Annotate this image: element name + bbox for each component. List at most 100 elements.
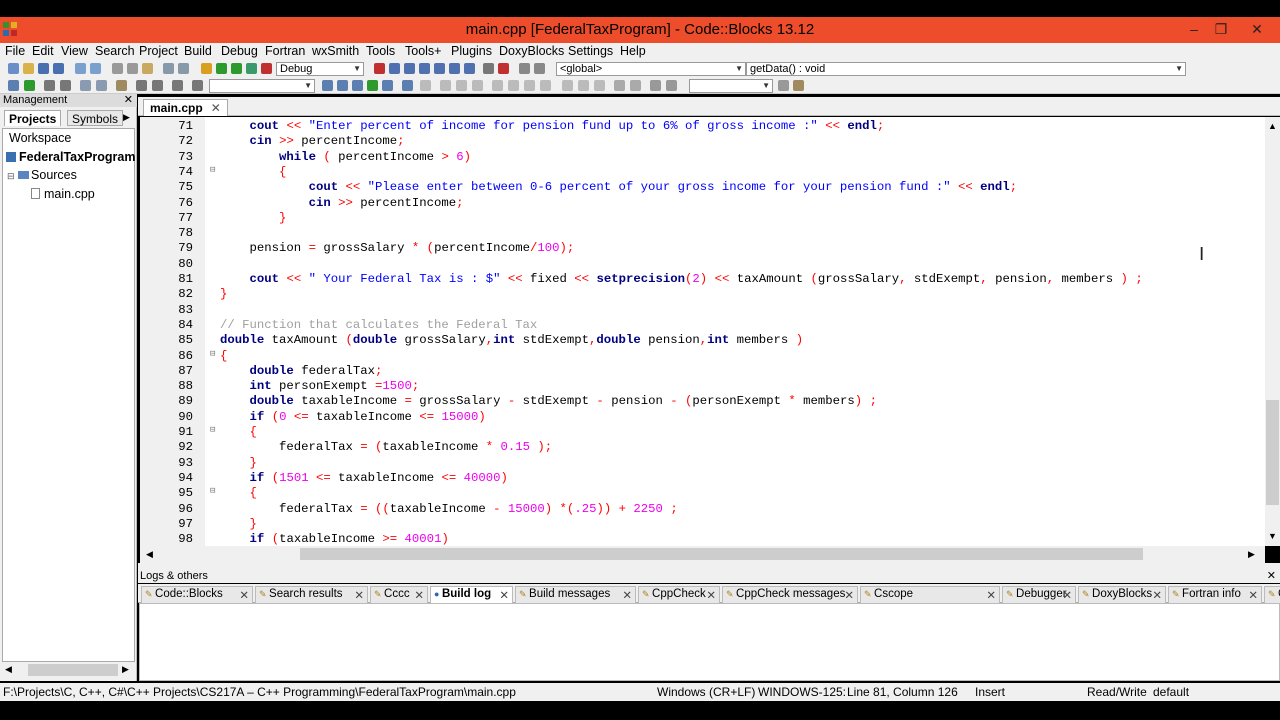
- goto-icon[interactable]: [24, 80, 35, 91]
- tree-project[interactable]: FederalTaxProgram: [6, 150, 135, 164]
- code-line[interactable]: 81 cout << " Your Federal Tax is : $" <<…: [140, 272, 1265, 287]
- function-select[interactable]: getData() : void ▼: [746, 62, 1186, 76]
- vertical-scroll-thumb[interactable]: [1266, 400, 1279, 505]
- replace-icon[interactable]: [178, 63, 189, 74]
- comment-icon[interactable]: [44, 80, 55, 91]
- jump-forward-icon[interactable]: [337, 80, 348, 91]
- debug-start-icon[interactable]: [374, 63, 385, 74]
- log-tab-cppcheck-messages[interactable]: ✎ CppCheck messages ✕: [722, 586, 858, 603]
- new-file-icon[interactable]: [8, 63, 19, 74]
- copy-icon[interactable]: [127, 63, 138, 74]
- close-tab-icon[interactable]: ✕: [211, 101, 221, 115]
- find-icon[interactable]: [163, 63, 174, 74]
- rebuild-icon[interactable]: [246, 63, 257, 74]
- build-icon[interactable]: [201, 63, 212, 74]
- arrow-icon[interactable]: [382, 80, 393, 91]
- step-into-icon[interactable]: [419, 63, 430, 74]
- last-jump-icon[interactable]: [352, 80, 363, 91]
- code-line[interactable]: 92 federalTax = (taxableIncome * 0.15 );: [140, 440, 1265, 455]
- menu-build[interactable]: Build: [184, 44, 212, 58]
- shape-icon-2[interactable]: [578, 80, 589, 91]
- menu-view[interactable]: View: [61, 44, 88, 58]
- code-line[interactable]: 91 ⊟ {: [140, 425, 1265, 440]
- log-tab-search-results[interactable]: ✎ Search results ✕: [255, 586, 368, 603]
- run-to-cursor-icon[interactable]: [389, 63, 400, 74]
- fold-toggle-icon[interactable]: ⊟: [210, 165, 215, 175]
- menu-project[interactable]: Project: [139, 44, 178, 58]
- log-tab-cccc[interactable]: ✎ Cccc ✕: [370, 586, 428, 603]
- next-instruction-icon[interactable]: [449, 63, 460, 74]
- code-line[interactable]: 71 cout << "Enter percent of income for …: [140, 119, 1265, 134]
- zoom-out-icon[interactable]: [630, 80, 641, 91]
- code-line[interactable]: 74 ⊟ {: [140, 165, 1265, 180]
- menu-debug[interactable]: Debug: [221, 44, 258, 58]
- code-line[interactable]: 73 while ( percentIncome > 6): [140, 150, 1265, 165]
- highlight-icon[interactable]: [367, 80, 378, 91]
- uncomment-icon[interactable]: [60, 80, 71, 91]
- abort-search-icon[interactable]: [192, 80, 203, 91]
- c-icon[interactable]: [666, 80, 677, 91]
- log-tab-doxyblocks[interactable]: ✎ DoxyBlocks ✕: [1078, 586, 1166, 603]
- close-log-tab-icon[interactable]: ✕: [414, 588, 424, 602]
- close-log-tab-icon[interactable]: ✕: [706, 588, 716, 602]
- log-tab-fortran-info[interactable]: ✎ Fortran info ✕: [1168, 586, 1262, 603]
- tab-projects[interactable]: Projects: [4, 110, 62, 126]
- fold-toggle-icon[interactable]: ⊟: [210, 486, 215, 496]
- scroll-right-icon[interactable]: ▶: [122, 664, 129, 675]
- tree-file-main-cpp[interactable]: main.cpp: [31, 187, 95, 201]
- menu-edit[interactable]: Edit: [32, 44, 54, 58]
- code-line[interactable]: 80: [140, 257, 1265, 272]
- menu-file[interactable]: File: [5, 44, 25, 58]
- abort-icon[interactable]: [261, 63, 272, 74]
- close-panel-icon[interactable]: ✕: [124, 94, 133, 107]
- prev-icon[interactable]: [136, 80, 147, 91]
- toggle-comment-icon[interactable]: [80, 80, 91, 91]
- tree-sources-folder[interactable]: ⊟ Sources: [7, 168, 77, 182]
- log-tab-build-messages[interactable]: ✎ Build messages ✕: [515, 586, 636, 603]
- close-log-tab-icon[interactable]: ✕: [239, 588, 249, 602]
- wrench-icon[interactable]: [116, 80, 127, 91]
- zoom-in-icon[interactable]: [614, 80, 625, 91]
- editor-horizontal-scrollbar[interactable]: ◀ ▶: [140, 546, 1265, 563]
- close-button[interactable]: ✕: [1243, 19, 1271, 39]
- close-log-tab-icon[interactable]: ✕: [1062, 588, 1072, 602]
- shape-icon-1[interactable]: [562, 80, 573, 91]
- tab-symbols[interactable]: Symbols: [67, 110, 124, 126]
- next-icon[interactable]: [152, 80, 163, 91]
- save-all-icon[interactable]: [53, 63, 64, 74]
- log-tab-build-log[interactable]: ● Build log ✕: [430, 586, 513, 603]
- run-icon[interactable]: [216, 63, 227, 74]
- tab-main-cpp[interactable]: main.cpp ✕: [143, 99, 228, 116]
- close-log-tab-icon[interactable]: ✕: [1248, 588, 1258, 602]
- jump-back-icon[interactable]: [322, 80, 333, 91]
- log-tab-cppcheck[interactable]: ✎ CppCheck ✕: [638, 586, 720, 603]
- s-icon[interactable]: [650, 80, 661, 91]
- debug-info-icon[interactable]: [534, 63, 545, 74]
- menu-tools[interactable]: Tools: [366, 44, 395, 58]
- undo-icon[interactable]: [75, 63, 86, 74]
- code-line[interactable]: 75 cout << "Please enter between 0-6 per…: [140, 180, 1265, 195]
- open-file-icon[interactable]: [23, 63, 34, 74]
- code-line[interactable]: 84 // Function that calculates the Federa…: [140, 318, 1265, 333]
- layout-icon-6[interactable]: [540, 80, 551, 91]
- tree-workspace[interactable]: Workspace: [6, 131, 71, 145]
- cut-icon[interactable]: [112, 63, 123, 74]
- shape-icon-3[interactable]: [594, 80, 605, 91]
- debug-windows-icon[interactable]: [519, 63, 530, 74]
- code-line[interactable]: 76 cin >> percentIncome;: [140, 196, 1265, 211]
- horizontal-scroll-thumb[interactable]: [300, 548, 1143, 560]
- tabs-scroll-right-icon[interactable]: ▶: [123, 112, 130, 123]
- code-line[interactable]: 79 pension = grossSalary * (percentIncom…: [140, 241, 1265, 256]
- log-tab-clos[interactable]: ✎ Clos: [1264, 586, 1280, 603]
- stop-debug-icon[interactable]: [498, 63, 509, 74]
- step-instruction-icon[interactable]: [464, 63, 475, 74]
- log-tab-code-blocks[interactable]: ✎ Code::Blocks ✕: [141, 586, 253, 603]
- code-line[interactable]: 82}: [140, 287, 1265, 302]
- close-log-tab-icon[interactable]: ✕: [1152, 588, 1162, 602]
- code-line[interactable]: 83: [140, 303, 1265, 318]
- collapse-icon[interactable]: ⊟: [7, 171, 15, 181]
- code-line[interactable]: 93 }: [140, 456, 1265, 471]
- code-line[interactable]: 72 cin >> percentIncome;: [140, 134, 1265, 149]
- minimize-button[interactable]: –: [1180, 19, 1208, 39]
- rect-icon[interactable]: [440, 80, 451, 91]
